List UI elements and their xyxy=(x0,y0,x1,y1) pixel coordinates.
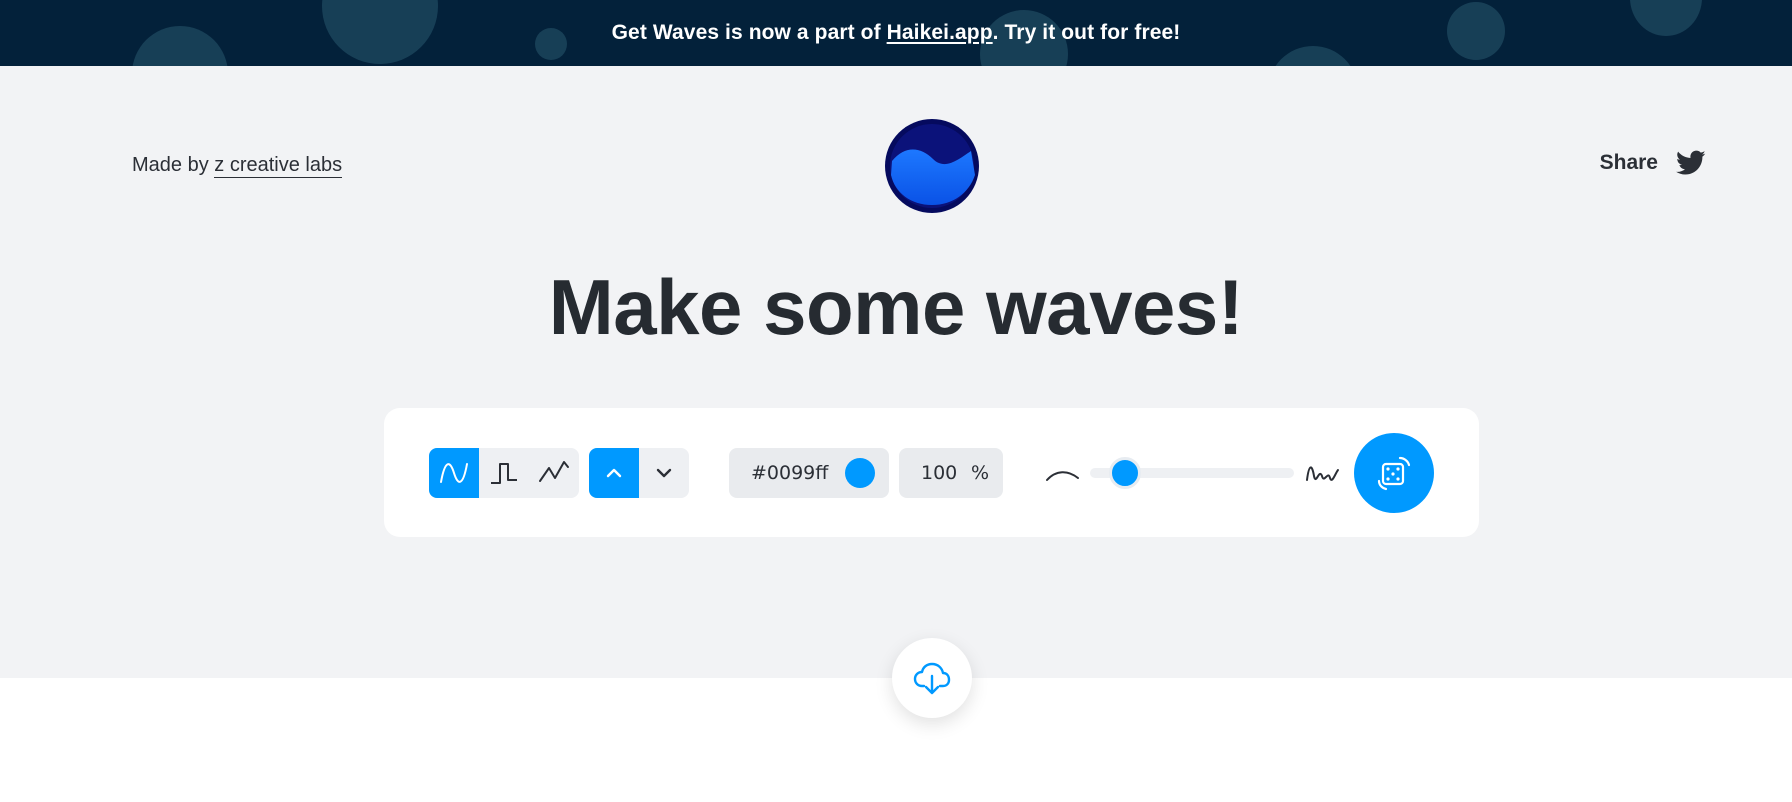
cloud-download-icon xyxy=(913,662,951,695)
square-wave-button[interactable] xyxy=(479,448,529,498)
made-by-credit: Made by z creative labs xyxy=(132,154,343,178)
announcement-banner: Get Waves is now a part of Haikei.app. T… xyxy=(0,0,1792,66)
made-by-prefix: Made by xyxy=(132,154,215,176)
square-wave-icon xyxy=(491,463,517,484)
opacity-unit: % xyxy=(970,462,989,484)
complex-wave-icon xyxy=(1306,466,1339,481)
randomize-button[interactable] xyxy=(1354,433,1434,513)
slider-thumb[interactable] xyxy=(1108,457,1141,489)
chevron-down-icon xyxy=(656,468,672,478)
twitter-icon[interactable] xyxy=(1676,150,1706,176)
decorative-bubble xyxy=(535,28,567,60)
direction-up-button[interactable] xyxy=(589,448,639,498)
complexity-slider xyxy=(1040,448,1346,498)
sine-wave-button[interactable] xyxy=(429,448,479,498)
direction-down-button[interactable] xyxy=(639,448,689,498)
wave-direction-selector xyxy=(589,448,689,498)
banner-message: Get Waves is now a part of Haikei.app. T… xyxy=(612,21,1181,45)
smooth-wave-icon xyxy=(1046,471,1079,481)
waves-logo-icon xyxy=(885,119,979,213)
share-section: Share xyxy=(1600,150,1706,176)
download-button[interactable] xyxy=(892,638,972,718)
triangle-wave-icon xyxy=(539,461,569,482)
decorative-bubble xyxy=(1447,2,1505,60)
color-swatch[interactable] xyxy=(845,458,875,488)
banner-suffix: . Try it out for free! xyxy=(992,21,1181,44)
decorative-bubble xyxy=(1630,0,1702,36)
opacity-value[interactable]: 100 xyxy=(921,462,957,484)
page-title: Make some waves! xyxy=(548,263,1244,351)
dice-icon xyxy=(1377,456,1411,491)
banner-prefix: Get Waves is now a part of xyxy=(611,21,887,44)
sine-wave-icon xyxy=(440,463,468,483)
color-picker[interactable]: #0099ff xyxy=(729,448,889,498)
decorative-bubble xyxy=(1268,46,1358,66)
decorative-bubble xyxy=(132,26,228,66)
decorative-bubble xyxy=(322,0,438,64)
slider-track[interactable] xyxy=(1090,457,1294,489)
wave-type-selector xyxy=(429,448,579,498)
haikei-link[interactable]: Haikei.app xyxy=(887,21,993,44)
color-hex-value: #0099ff xyxy=(751,462,829,484)
chevron-up-icon xyxy=(606,468,622,478)
wave-toolbar: #0099ff 100 % xyxy=(384,408,1479,537)
opacity-field[interactable]: 100 % xyxy=(899,448,1003,498)
z-creative-labs-link[interactable]: z creative labs xyxy=(214,154,343,178)
triangle-wave-button[interactable] xyxy=(529,448,579,498)
share-label: Share xyxy=(1599,151,1658,174)
